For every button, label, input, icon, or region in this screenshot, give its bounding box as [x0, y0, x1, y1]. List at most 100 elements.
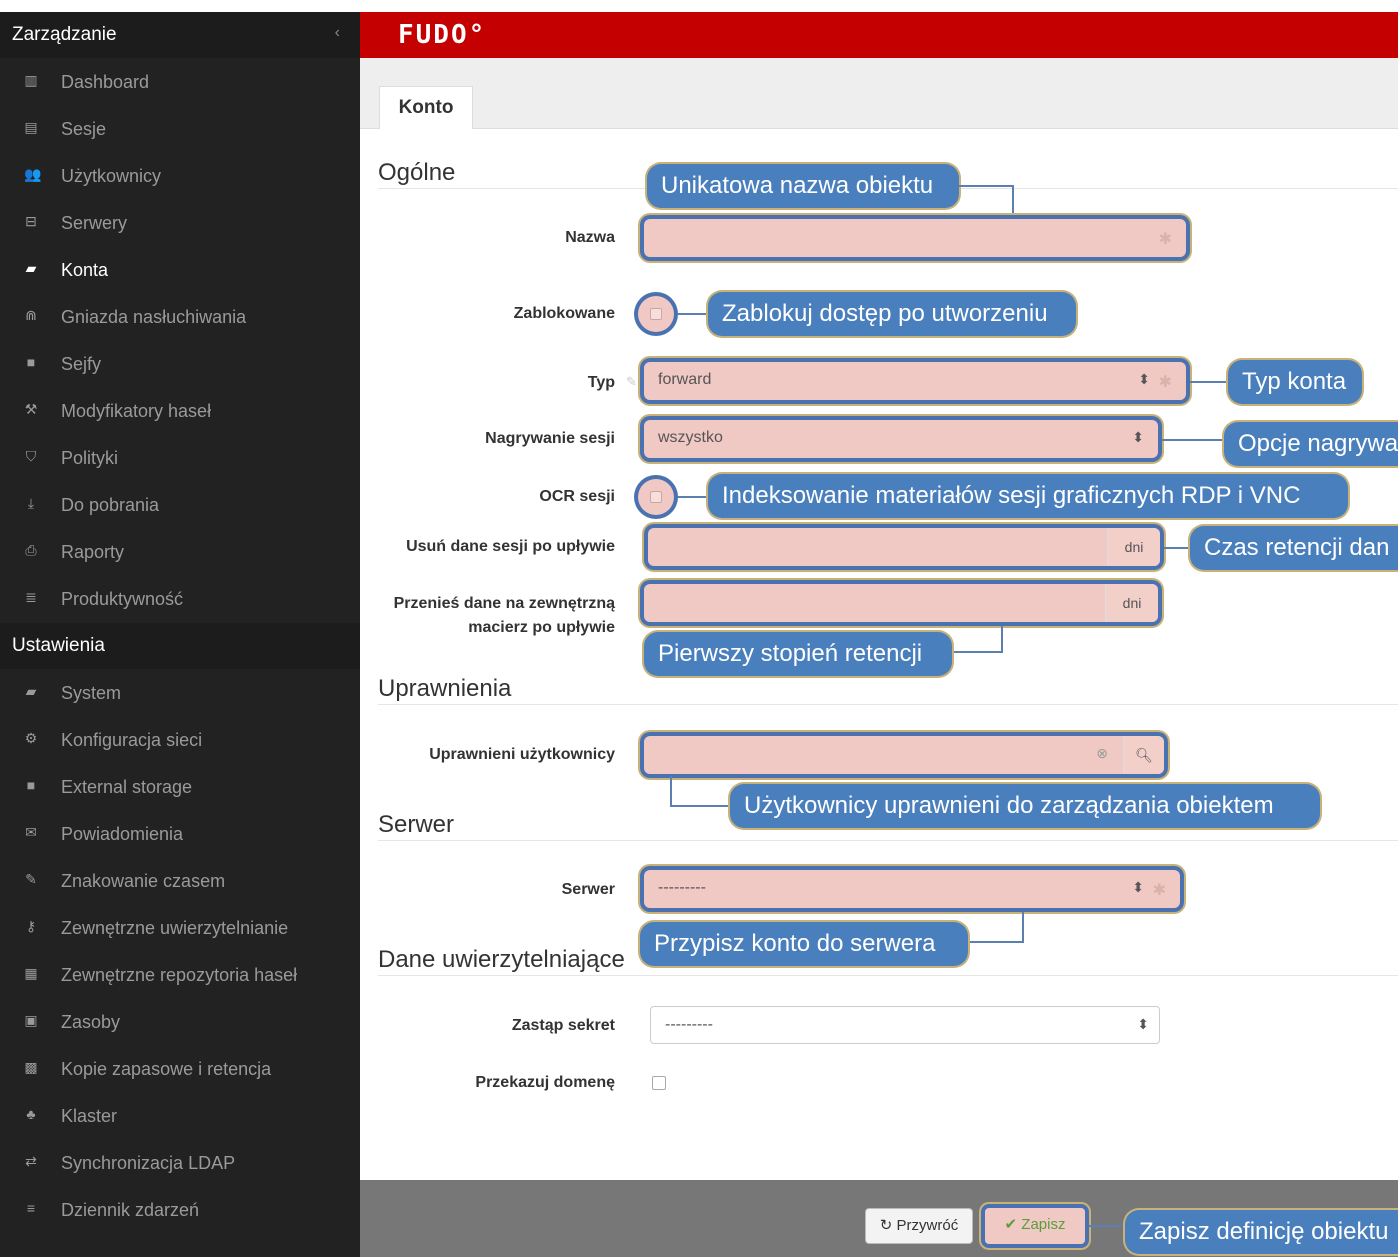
ocr-checkbox[interactable] [638, 479, 674, 515]
replace-secret-select[interactable]: --------- ⬍ [650, 1006, 1160, 1044]
check-icon: ✔ [1004, 1216, 1018, 1233]
select-caret-icon: ⬍ [1132, 879, 1144, 895]
rss-icon: ⋒ [25, 307, 37, 323]
required-asterisk-icon: ✱ [1152, 882, 1166, 899]
move-after-input[interactable]: dni [644, 584, 1158, 622]
sidebar-item-items1-10[interactable]: ⎙ Raporty [0, 529, 360, 575]
search-icon[interactable]: 🔍︎ [1123, 736, 1164, 774]
recording-select[interactable]: wszystko ⬍ [644, 420, 1158, 458]
sidebar-item-label: Dziennik zdarzeń [61, 1200, 200, 1220]
sidebar-item-items2-11[interactable]: ≡ Dziennik zdarzeń [0, 1187, 360, 1233]
sidebar-item-label: Modyfikatory haseł [61, 401, 212, 421]
sidebar-item-label: Synchronizacja LDAP [61, 1153, 236, 1173]
image-icon: ▣ [24, 1012, 38, 1028]
blocked-label: Zablokowane [513, 305, 615, 322]
pass-domain-label: Przekazuj domenę [475, 1074, 615, 1091]
sidebar-item-items1-7[interactable]: ⚒ Modyfikatory haseł [0, 388, 360, 434]
move-after-label: Przenieś dane na zewnętrzną macierz po u… [360, 592, 615, 640]
sidebar-item-items1-11[interactable]: ≣ Produktywność [0, 576, 360, 622]
sidebar-item-items2-8[interactable]: ▩ Kopie zapasowe i retencja [0, 1046, 360, 1092]
sidebar-item-items1-9[interactable]: ⤓ Do pobrania [0, 482, 360, 528]
chevron-left-icon[interactable]: ‹ [335, 24, 340, 42]
server-select[interactable]: --------- ⬍ ✱ [644, 870, 1180, 908]
top-bar: FUDO° [360, 12, 1398, 58]
type-select[interactable]: forward ⬍ ✱ [644, 362, 1186, 400]
sidebar-item-items2-5[interactable]: ⚷ Zewnętrzne uwierzytelnianie [0, 905, 360, 951]
sidebar-item-label: Gniazda nasłuchiwania [61, 307, 247, 327]
sidebar-item-items2-2[interactable]: ■ External storage [0, 764, 360, 810]
select-caret-icon: ⬍ [1132, 429, 1144, 445]
callout-server: Przypisz konto do serwera [640, 922, 968, 966]
days-unit: dni [1105, 584, 1158, 622]
sidebar-item-items2-10[interactable]: ⇄ Synchronizacja LDAP [0, 1140, 360, 1186]
folder-icon: ■ [26, 777, 36, 793]
sidebar-item-items2-6[interactable]: ▦ Zewnętrzne repozytoria haseł [0, 952, 360, 998]
sidebar-item-items2-9[interactable]: ♣ Klaster [0, 1093, 360, 1139]
callout-move: Pierwszy stopień retencji [644, 632, 952, 676]
sidebar-item-items1-5[interactable]: ⋒ Gniazda nasłuchiwania [0, 294, 360, 340]
sidebar-item-label: Polityki [61, 448, 119, 468]
replace-secret-label: Zastąp sekret [511, 1017, 615, 1034]
sidebar-item-items2-3[interactable]: ✉ Powiadomienia [0, 811, 360, 857]
connector-line [678, 496, 708, 498]
cogs-icon: ⚙ [24, 730, 38, 746]
connector-line [1190, 381, 1228, 383]
main-content: Konto Ogólne Nazwa ✱ Unikatowa nazwa obi… [360, 58, 1398, 1180]
sidebar-section-settings: Ustawienia [0, 623, 360, 669]
tab-strip: Konto [360, 58, 1398, 129]
pass-domain-checkbox[interactable] [652, 1076, 666, 1090]
sidebar-item-items1-4[interactable]: ▰ Konta [0, 247, 360, 293]
fudo-logo[interactable]: FUDO° [398, 20, 486, 50]
sidebar-item-label: System [61, 683, 122, 703]
connector-line [670, 776, 672, 806]
callout-recording: Opcje nagrywa [1224, 422, 1398, 466]
sidebar-item-items2-1[interactable]: ⚙ Konfiguracja sieci [0, 717, 360, 763]
sidebar-section-title: Zarządzanie [12, 24, 117, 45]
sidebar-item-items1-2[interactable]: 👥 Użytkownicy [0, 153, 360, 199]
callout-delete: Czas retencji dan [1190, 526, 1398, 570]
sidebar-item-items1-1[interactable]: ▤ Sesje [0, 106, 360, 152]
blocked-checkbox[interactable] [638, 296, 674, 332]
required-asterisk-icon: ✱ [1158, 374, 1172, 391]
select-caret-icon: ⬍ [1138, 371, 1150, 387]
edit-icon: ✎ [25, 871, 37, 887]
users-icon: 👥 [24, 166, 42, 182]
connector-line [1164, 547, 1190, 549]
authorized-users-input[interactable]: ⊗ 🔍︎ [644, 736, 1164, 774]
sidebar-item-label: Kopie zapasowe i retencja [61, 1059, 272, 1079]
sidebar-item-label: Użytkownicy [61, 166, 162, 186]
required-asterisk-icon: ✱ [1158, 231, 1172, 248]
sidebar-item-items1-0[interactable]: ▥ Dashboard [0, 59, 360, 105]
sidebar-item-label: Znakowanie czasem [61, 871, 226, 891]
sidebar-item-label: Klaster [61, 1106, 118, 1126]
delete-after-input[interactable]: dni [648, 528, 1160, 566]
reset-button-label: Przywróć [896, 1217, 959, 1234]
sidebar-item-items1-8[interactable]: ⛉ Polityki [0, 435, 360, 481]
grid-icon: ▦ [24, 965, 38, 981]
sidebar-item-items2-7[interactable]: ▣ Zasoby [0, 999, 360, 1045]
sidebar-item-label: Raporty [61, 542, 125, 562]
clear-icon[interactable]: ⊗ [1096, 745, 1108, 762]
menu-icon: ≡ [26, 1200, 36, 1216]
section-title-general: Ogólne [378, 159, 456, 186]
server-label: Serwer [561, 881, 615, 898]
save-button[interactable]: ✔ Zapisz [985, 1208, 1085, 1244]
sidebar-item-label: Powiadomienia [61, 824, 184, 844]
save-button-label: Zapisz [1021, 1216, 1066, 1233]
move-after-label-line1: Przenieś dane na zewnętrzną [393, 595, 615, 612]
sidebar-item-label: Dashboard [61, 72, 150, 92]
sidebar-item-items1-3[interactable]: ⊟ Serwery [0, 200, 360, 246]
replace-secret-value: --------- [665, 1016, 713, 1033]
sidebar-item-items2-0[interactable]: ▰ System [0, 670, 360, 716]
sidebar-item-items2-4[interactable]: ✎ Znakowanie czasem [0, 858, 360, 904]
reset-button[interactable]: ↻ Przywróć [865, 1208, 973, 1244]
sidebar-item-items1-6[interactable]: ■ Sejfy [0, 341, 360, 387]
edit-icon[interactable]: ✎ [626, 374, 637, 390]
tab-account[interactable]: Konto [379, 86, 473, 129]
print-icon: ⎙ [25, 542, 37, 558]
delete-after-label: Usuń dane sesji po upływie [406, 538, 615, 555]
name-input[interactable]: ✱ [644, 219, 1186, 257]
connector-line [670, 805, 730, 807]
sidebar-item-label: Sejfy [61, 354, 102, 374]
server-icon: ⊟ [25, 213, 37, 229]
